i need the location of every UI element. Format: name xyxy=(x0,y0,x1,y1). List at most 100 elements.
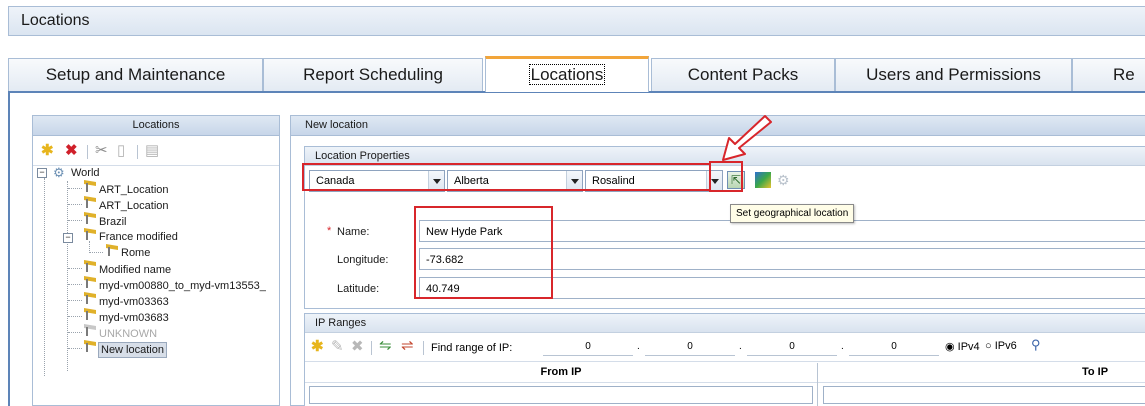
cut-icon[interactable]: ✂ xyxy=(95,143,108,159)
window-title-bar: Locations xyxy=(8,6,1145,36)
ipv6-label: IPv6 xyxy=(994,340,1017,352)
tab-label: Locations xyxy=(528,64,606,85)
tree-connector xyxy=(68,220,82,221)
section-title: IP Ranges xyxy=(305,314,1145,333)
from-ip-input[interactable] xyxy=(309,386,813,404)
tree-connector xyxy=(68,316,82,317)
location-pin-icon xyxy=(83,196,97,208)
ip-octet-2[interactable]: 0 xyxy=(645,339,735,356)
tree-connector xyxy=(68,204,82,205)
ip-octet-3[interactable]: 0 xyxy=(747,339,837,356)
map-icon[interactable] xyxy=(755,172,771,188)
tree-connector xyxy=(44,178,45,376)
delete-icon[interactable]: ✖ xyxy=(65,143,78,159)
location-pin-icon xyxy=(83,292,97,304)
import-icon[interactable]: ⇋ xyxy=(379,338,392,354)
column-header-to-ip[interactable]: To IP xyxy=(1045,366,1145,378)
column-header-from-ip[interactable]: From IP xyxy=(305,366,817,378)
annotation-arrow-icon xyxy=(722,115,772,161)
tab-label: Users and Permissions xyxy=(866,65,1041,84)
tab-label: Content Packs xyxy=(687,65,799,84)
highlight-form-fields xyxy=(414,206,553,299)
new-icon[interactable]: ✱ xyxy=(311,339,324,355)
tab-label: Report Scheduling xyxy=(303,65,443,84)
ip-dot: . xyxy=(637,341,640,352)
location-pin-icon xyxy=(83,228,97,240)
tree-connector xyxy=(68,268,82,269)
toolbar-separator xyxy=(371,341,372,355)
tree-collapse-toggle[interactable]: − xyxy=(63,233,73,243)
world-icon: ⚙ xyxy=(53,165,65,180)
tree-item[interactable]: UNKNOWN xyxy=(99,328,157,340)
tab-label: Re xyxy=(1113,65,1135,84)
toolbar-separator xyxy=(423,341,424,355)
tree-connector xyxy=(89,252,103,253)
tooltip: Set geographical location xyxy=(730,204,855,223)
locations-tree-panel: Locations ✱ ✖ ✂ ▯ ▤ − ⚙ World ART_Locati… xyxy=(32,115,280,406)
tab-strip: Setup and Maintenance Report Scheduling … xyxy=(8,56,1145,92)
highlight-geolocation-button xyxy=(709,161,743,192)
export-icon[interactable]: ⇌ xyxy=(401,338,414,354)
ip-table-header: From IP To IP xyxy=(305,363,1145,406)
ip-octet-4[interactable]: 0 xyxy=(849,339,939,356)
ip-ranges-toolbar: ✱ ✎ ✖ ⇋ ⇌ Find range of IP: 0 . 0 . 0 . … xyxy=(305,334,1145,362)
tree-item-selected[interactable]: New location xyxy=(98,342,167,358)
tree-connector xyxy=(67,181,68,371)
tree-connector xyxy=(68,188,82,189)
window-title: Locations xyxy=(21,12,90,29)
tab-users-permissions[interactable]: Users and Permissions xyxy=(835,58,1072,92)
location-pin-icon xyxy=(83,212,97,224)
name-label: Name: xyxy=(337,226,370,238)
tree-connector xyxy=(68,300,82,301)
new-icon[interactable]: ✱ xyxy=(41,143,54,159)
tree-connector xyxy=(68,284,82,285)
toolbar-separator xyxy=(87,145,88,159)
longitude-label: Longitude: xyxy=(337,254,389,266)
ip-dot: . xyxy=(841,341,844,352)
tab-setup-maintenance[interactable]: Setup and Maintenance xyxy=(8,58,263,92)
location-pin-icon xyxy=(83,308,97,320)
ip-octet-1[interactable]: 0 xyxy=(543,339,633,356)
highlight-location-selects xyxy=(302,163,711,191)
tab-report-scheduling[interactable]: Report Scheduling xyxy=(263,58,483,92)
find-ip-label: Find range of IP: xyxy=(431,342,513,354)
location-pin-icon xyxy=(83,260,97,272)
tab-reports-truncated[interactable]: Re xyxy=(1072,58,1145,92)
tab-locations[interactable]: Locations xyxy=(485,56,649,92)
tree-item[interactable]: myd-vm03363 xyxy=(99,296,169,308)
tab-content-packs[interactable]: Content Packs xyxy=(651,58,835,92)
tree-item[interactable]: Rome xyxy=(121,247,150,259)
ip-dot: . xyxy=(739,341,742,352)
ipv4-label: IPv4 xyxy=(957,341,980,353)
tree-item[interactable]: myd-vm03683 xyxy=(99,312,169,324)
tree-connector xyxy=(68,348,82,349)
ipv6-radio[interactable]: ○ IPv6 xyxy=(985,340,1017,352)
search-icon[interactable]: ⚲ xyxy=(1031,337,1041,353)
copy-icon[interactable]: ▯ xyxy=(117,143,125,159)
tree-item[interactable]: ART_Location xyxy=(99,184,169,196)
ip-ranges-section: IP Ranges ✱ ✎ ✖ ⇋ ⇌ Find range of IP: 0 … xyxy=(304,313,1145,406)
delete-icon[interactable]: ✖ xyxy=(351,339,364,355)
ipv4-radio[interactable]: ◉ IPv4 xyxy=(945,340,980,353)
location-pin-icon xyxy=(83,324,97,336)
required-marker: * xyxy=(327,225,332,237)
tree-toolbar: ✱ ✖ ✂ ▯ ▤ xyxy=(33,136,279,166)
tree-connector xyxy=(68,332,82,333)
location-pin-icon xyxy=(83,340,97,352)
panel-title: Locations xyxy=(33,116,279,136)
clear-location-icon[interactable]: ⚙ xyxy=(777,172,790,189)
tree-item[interactable]: Brazil xyxy=(99,216,127,228)
tree-item[interactable]: myd-vm00880_to_myd-vm13553_ xyxy=(99,280,266,292)
latitude-label: Latitude: xyxy=(337,283,380,295)
tree-collapse-toggle[interactable]: − xyxy=(37,168,47,178)
tree-item[interactable]: France modified xyxy=(99,231,178,243)
location-pin-icon xyxy=(83,276,97,288)
tree-item-world[interactable]: World xyxy=(71,167,100,179)
location-pin-icon xyxy=(105,244,119,256)
tree-item[interactable]: ART_Location xyxy=(99,200,169,212)
edit-icon[interactable]: ✎ xyxy=(331,339,344,355)
tree-item[interactable]: Modified name xyxy=(99,264,171,276)
tab-label: Setup and Maintenance xyxy=(45,65,226,84)
paste-icon[interactable]: ▤ xyxy=(145,143,159,159)
to-ip-input[interactable] xyxy=(823,386,1145,404)
